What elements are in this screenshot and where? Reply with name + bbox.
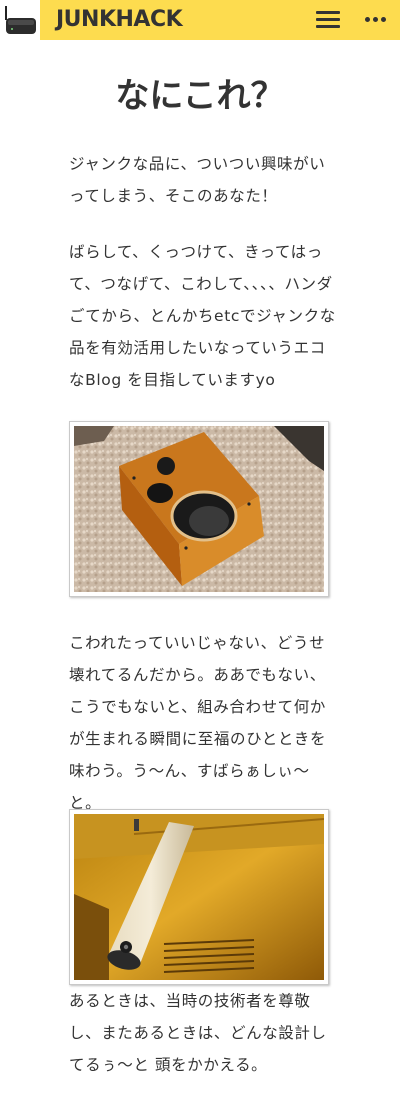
intro-paragraph: ジャンクな品に、ついつい興味がいってしまう、そこのあなた！ bbox=[69, 155, 326, 205]
speaker-enclosure-photo bbox=[69, 421, 329, 597]
router-logo-icon bbox=[5, 6, 36, 34]
site-title[interactable]: JUNKHACK bbox=[56, 6, 183, 34]
site-logo[interactable] bbox=[0, 0, 40, 40]
hamburger-icon[interactable] bbox=[314, 8, 342, 32]
about-paragraph: ばらして、くっつけて、きってはって、つなげて、こわして、、、、ハンダごてから、と… bbox=[69, 243, 336, 389]
closing-paragraph: あるときは、当時の技術者を尊敬し、またあるときは、どんな設計してるぅ〜と 頭をか… bbox=[69, 992, 327, 1074]
site-header: JUNKHACK bbox=[0, 0, 400, 40]
more-dots-icon[interactable] bbox=[362, 10, 390, 30]
philosophy-paragraph: こわれたっていいじゃない、どうせ壊れてるんだから。ああでもない、こうでもないと、… bbox=[69, 634, 327, 812]
tube-speaker-photo bbox=[69, 809, 329, 985]
page-title: なにこれ？ bbox=[115, 76, 285, 116]
